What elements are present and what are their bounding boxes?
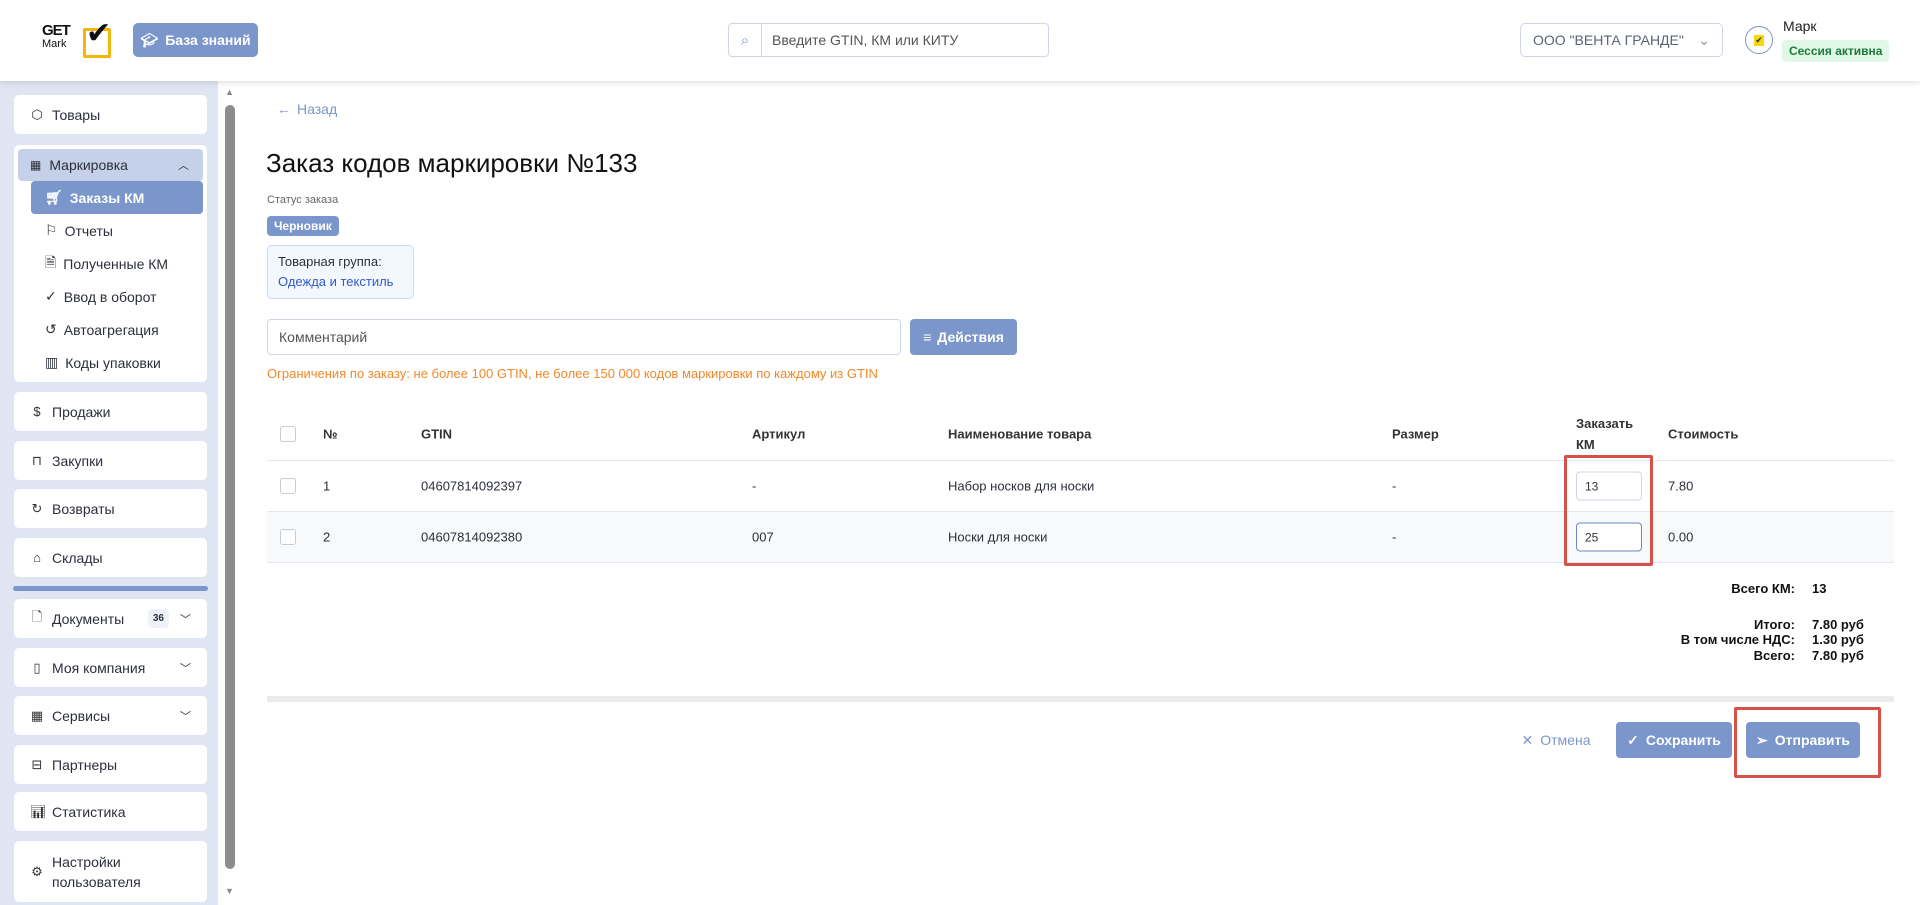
search-input[interactable] [762, 32, 1048, 48]
sidebar-item-returns[interactable]: ↻ Возвраты [14, 489, 207, 528]
sidebar-item-partners[interactable]: ⊟ Партнеры [14, 745, 207, 784]
sidebar-item-reports[interactable]: ⚐ Отчеты [31, 214, 203, 247]
page-title: Заказ кодов маркировки №133 [266, 148, 638, 178]
chevron-down-icon: ﹀ [180, 710, 191, 723]
cart-icon: 🛒︎ [45, 189, 63, 205]
bag-icon: ⊓ [31, 452, 43, 468]
user-name: Марк [1783, 18, 1817, 34]
sidebar-item-warehouses[interactable]: ⌂ Склады [14, 538, 207, 577]
chevron-down-icon: ﹀ [180, 613, 191, 626]
scrollbar-thumb[interactable] [225, 105, 235, 869]
scroll-down-icon[interactable]: ▼ [225, 886, 234, 896]
comment-input[interactable] [267, 319, 901, 355]
section-divider [267, 696, 1894, 702]
chevron-up-icon: ︿ [178, 160, 189, 172]
return-icon: ↻ [31, 500, 43, 516]
sidebar-item-user-settings[interactable]: ⚙ Настройки пользователя [14, 841, 207, 902]
highlight-box [1564, 455, 1653, 566]
search-box[interactable]: ⌕ [728, 23, 1049, 57]
actions-button[interactable]: ≡ Действия [910, 319, 1017, 355]
sidebar-item-my-company[interactable]: ▯ Моя компания ﹀ [14, 648, 207, 687]
sidebar-scrollbar[interactable]: ▲ ▼ [221, 81, 239, 905]
vat-value: 1.30 руб [1812, 632, 1864, 647]
sidebar-item-autoaggregation[interactable]: ↺ Автоагрегация [31, 313, 203, 346]
sidebar-item-circulation[interactable]: ✓ Ввод в оборот [31, 280, 203, 313]
close-icon: ✕ [1521, 731, 1534, 748]
product-group-card: Товарная группа: Одежда и текстиль [267, 245, 414, 299]
order-limits-text: Ограничения по заказу: не более 100 GTIN… [267, 366, 878, 381]
status-label: Статус заказа [267, 194, 339, 206]
chart-icon: 📊︎ [30, 803, 47, 819]
warehouse-icon: ⌂ [33, 550, 41, 565]
row-checkbox[interactable] [280, 529, 296, 545]
highlight-box [1734, 707, 1881, 778]
sidebar-item-purchases[interactable]: ⊓ Закупки [14, 441, 207, 480]
sidebar-item-sales[interactable]: $ Продажи [14, 392, 207, 431]
briefcase-icon: ⊟ [31, 756, 43, 772]
graduation-cap-icon: 🎓︎ [140, 31, 159, 48]
sidebar-group-marking: ▦ Маркировка ︿ 🛒︎ Заказы КМ ⚐ Отчеты 🗎 Получ… [14, 145, 207, 382]
documents-count-badge: 36 [147, 609, 169, 628]
menu-icon: ≡ [923, 329, 932, 345]
grid-icon: ▦ [30, 707, 44, 723]
file-icon: 🗋 [31, 608, 43, 624]
sidebar-item-received-km[interactable]: 🗎 Полученные КМ [31, 247, 203, 280]
check-icon: ✓ [1627, 731, 1639, 748]
search-icon: ⌕ [729, 24, 762, 56]
sidebar-item-services[interactable]: ▦ Сервисы ﹀ [14, 696, 207, 735]
scroll-up-icon[interactable]: ▲ [225, 87, 234, 97]
table-header: № GTIN Артикул Наименование товара Разме… [267, 407, 1894, 461]
history-icon: ↺ [45, 321, 57, 337]
document-check-icon: 🗎 [45, 253, 57, 270]
sidebar-item-products[interactable]: ⬡ Товары [14, 95, 207, 134]
sidebar-item-marking[interactable]: ▦ Маркировка ︿ [18, 149, 203, 181]
box-icon: ⬡ [31, 106, 43, 122]
product-group-value: Одежда и текстиль [278, 274, 394, 289]
building-icon: ▯ [33, 659, 41, 675]
session-status-badge: Сессия активна [1782, 40, 1890, 62]
arrow-left-icon: ← [277, 101, 291, 117]
qr-icon: ▦ [30, 158, 42, 172]
grand-total-value: 7.80 руб [1812, 648, 1864, 663]
subtotal-value: 7.80 руб [1812, 617, 1864, 632]
check-circle-icon: ✓ [45, 288, 57, 304]
getmark-logo[interactable]: GET Mark ✔ [38, 16, 111, 60]
select-all-checkbox[interactable] [280, 425, 296, 442]
save-button[interactable]: ✓ Сохранить [1616, 722, 1732, 758]
back-link[interactable]: ← Назад [277, 101, 337, 117]
organization-select[interactable]: ООО "ВЕНТА ГРАНДЕ" ⌄ [1520, 23, 1723, 57]
status-badge: Черновик [267, 216, 339, 236]
cancel-button[interactable]: ✕ Отмена [1518, 722, 1594, 758]
chevron-down-icon: ﹀ [180, 662, 191, 675]
sidebar-item-documents[interactable]: 🗋 Документы 36 ﹀ [14, 599, 207, 638]
avatar[interactable]: ✔ [1745, 26, 1773, 54]
sidebar-divider [13, 586, 208, 591]
top-header: GETMark ✔ 🎓︎ База знаний ⌕ ООО "ВЕНТА ГР… [0, 0, 1920, 81]
dollar-icon: $ [33, 404, 41, 419]
flag-icon: ⚐ [45, 222, 58, 238]
sidebar-item-package-codes[interactable]: ▥ Коды упаковки [31, 346, 203, 379]
row-checkbox[interactable] [280, 478, 296, 494]
sidebar-item-km-orders[interactable]: 🛒︎ Заказы КМ [31, 181, 203, 214]
barcode-icon: ▥ [45, 354, 59, 370]
gear-icon: ⚙ [31, 863, 43, 879]
knowledge-base-button[interactable]: 🎓︎ База знаний [133, 23, 258, 57]
total-km-value: 13 [1812, 581, 1827, 596]
chevron-down-icon: ⌄ [1698, 31, 1710, 48]
sidebar-item-statistics[interactable]: 📊︎ Статистика [14, 792, 207, 831]
